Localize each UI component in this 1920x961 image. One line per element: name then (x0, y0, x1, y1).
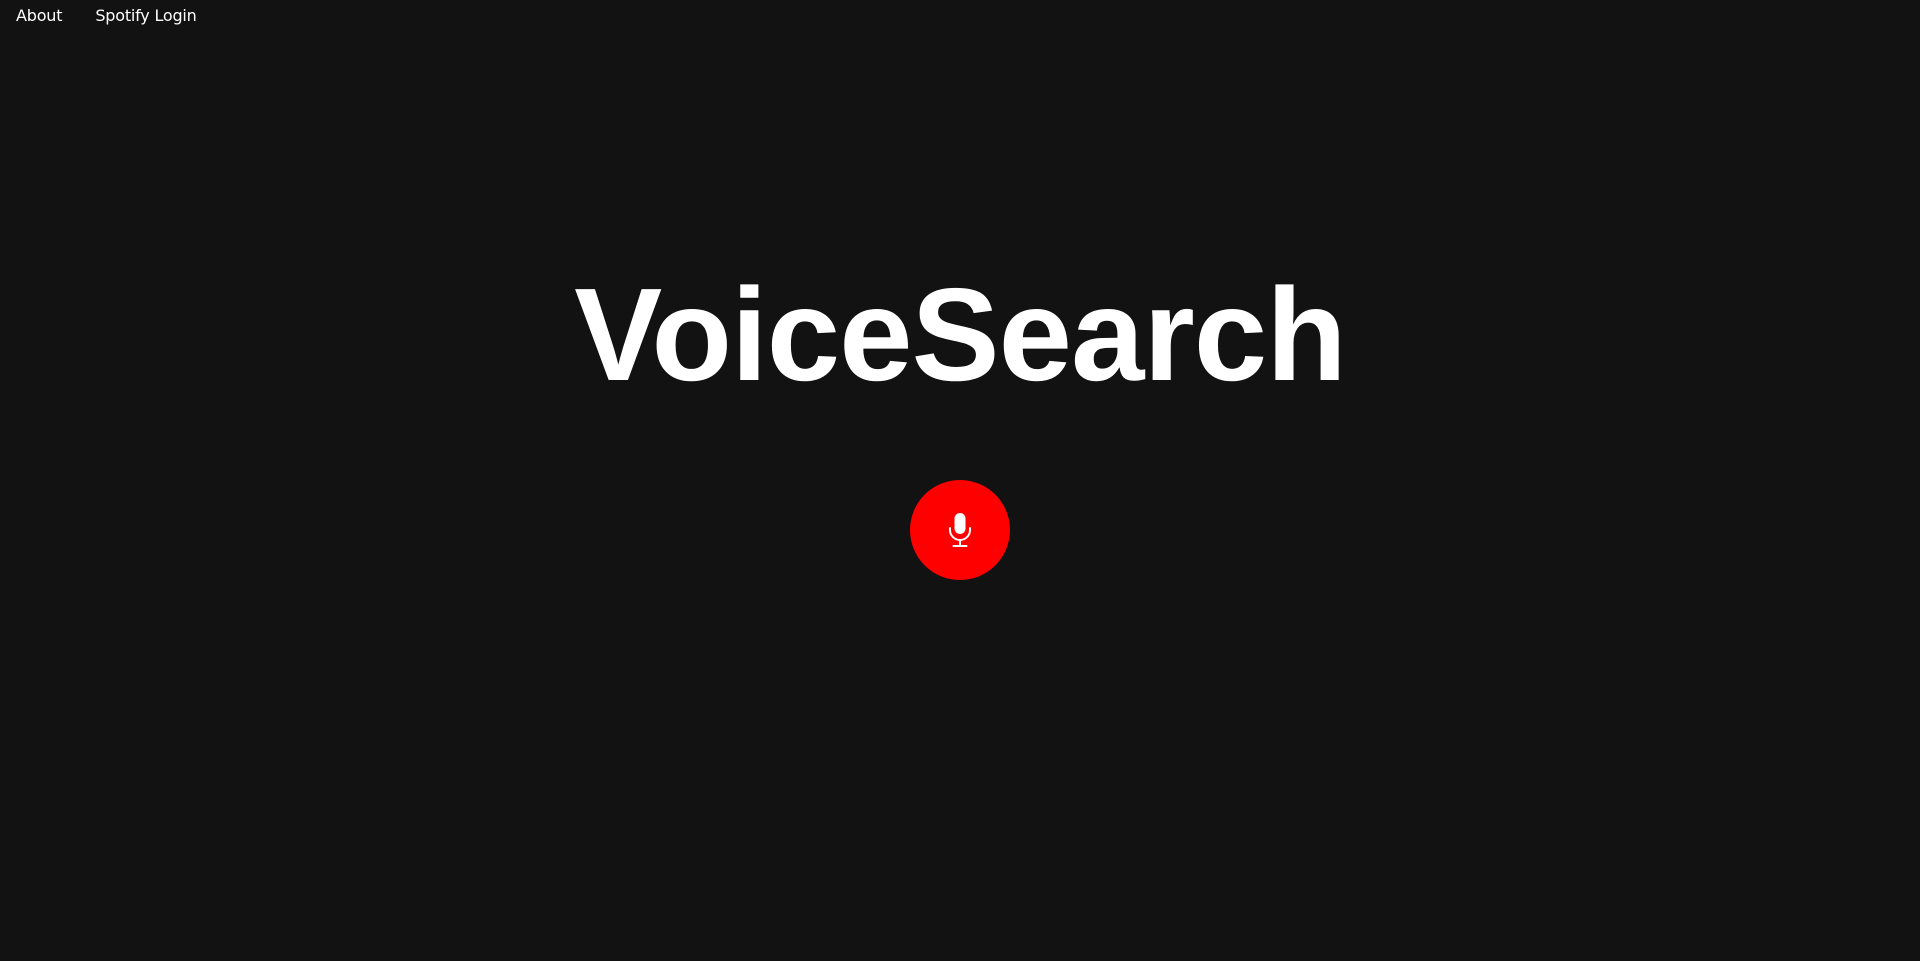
microphone-icon (949, 513, 971, 547)
page-title: VoiceSearch (574, 261, 1347, 408)
top-nav: About Spotify Login (0, 0, 230, 32)
nav-link-about[interactable]: About (16, 0, 63, 32)
nav-link-spotify-login[interactable]: Spotify Login (95, 0, 196, 32)
voice-search-button[interactable] (910, 480, 1010, 580)
